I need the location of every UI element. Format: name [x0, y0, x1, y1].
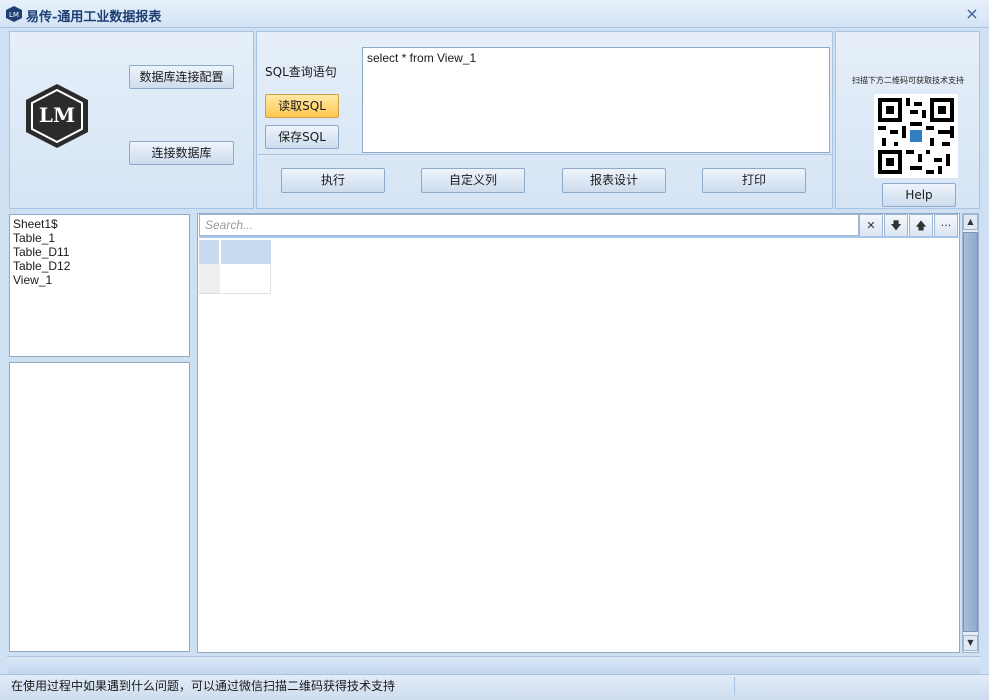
db-config-button[interactable]: 数据库连接配置: [129, 65, 234, 89]
status-separator: [734, 677, 735, 695]
find-previous-button[interactable]: 🡅: [909, 214, 933, 237]
field-list[interactable]: [9, 362, 190, 652]
qr-caption: 扫描下方二维码可获取技术支持: [852, 76, 964, 85]
logo-text: LM: [39, 103, 75, 127]
svg-text:LM: LM: [9, 11, 19, 19]
grid-cell[interactable]: [221, 264, 271, 294]
data-grid[interactable]: [197, 213, 960, 653]
table-list[interactable]: Sheet1$ Table_1 Table_D11 Table_D12 View…: [9, 214, 190, 357]
search-options-button[interactable]: ···: [934, 214, 958, 237]
app-logo-icon: LM: [6, 6, 22, 22]
divider: [258, 154, 832, 155]
clear-search-button[interactable]: ✕: [859, 214, 883, 237]
report-design-button[interactable]: 报表设计: [562, 168, 666, 193]
search-underline: [199, 236, 960, 238]
close-button[interactable]: ×: [962, 4, 982, 24]
list-item[interactable]: Table_D12: [13, 259, 186, 273]
save-sql-button[interactable]: 保存SQL: [265, 125, 339, 149]
list-item[interactable]: Table_1: [13, 231, 186, 245]
list-item[interactable]: View_1: [13, 273, 186, 287]
window-title: 易传-通用工业数据报表: [26, 10, 162, 25]
list-item[interactable]: Sheet1$: [13, 217, 186, 231]
scroll-down-icon[interactable]: ▼: [963, 635, 978, 651]
grid-row-header[interactable]: [199, 264, 220, 294]
grid-column-header[interactable]: [221, 240, 271, 264]
find-next-button[interactable]: 🡇: [884, 214, 908, 237]
list-item[interactable]: Table_D11: [13, 245, 186, 259]
help-button[interactable]: Help: [882, 183, 956, 207]
scroll-up-icon[interactable]: ▲: [963, 214, 978, 230]
custom-columns-button[interactable]: 自定义列: [421, 168, 525, 193]
qr-code-image: [874, 94, 958, 178]
print-button[interactable]: 打印: [702, 168, 806, 193]
grid-corner-header[interactable]: [199, 240, 220, 264]
connect-db-button[interactable]: 连接数据库: [129, 141, 234, 165]
scrollbar-thumb[interactable]: [963, 232, 978, 632]
read-sql-button[interactable]: 读取SQL: [265, 94, 339, 118]
execute-button[interactable]: 执行: [281, 168, 385, 193]
company-logo: LM: [26, 84, 88, 148]
sql-label: SQL查询语句: [265, 65, 337, 79]
sql-query-textarea[interactable]: select * from View_1: [362, 47, 830, 153]
bottom-strip: [7, 656, 981, 674]
search-input[interactable]: [199, 214, 859, 236]
status-message: 在使用过程中如果遇到什么问题，可以通过微信扫描二维码获得技术支持: [11, 679, 396, 693]
